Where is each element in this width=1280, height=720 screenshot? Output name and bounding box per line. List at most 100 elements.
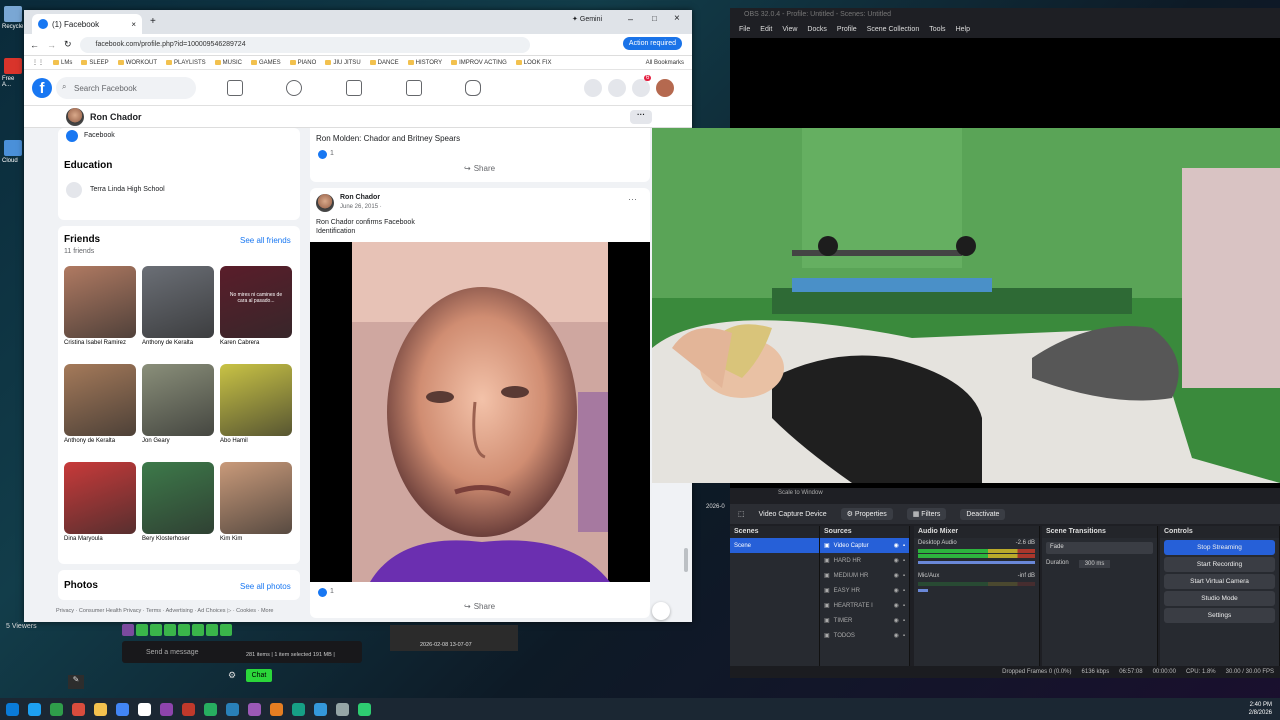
- visibility-eye-icon[interactable]: ◉: [894, 602, 899, 609]
- taskbar-app-icon[interactable]: [182, 702, 195, 716]
- taskbar-app-icon[interactable]: [292, 702, 305, 716]
- post-more-icon[interactable]: ···: [628, 194, 637, 204]
- volume-slider[interactable]: [918, 561, 1035, 564]
- taskbar-app-icon[interactable]: [28, 702, 41, 716]
- close-window-icon[interactable]: ×: [674, 13, 680, 24]
- lock-icon[interactable]: ▪: [903, 588, 905, 594]
- friend-name[interactable]: Abo Hamil: [220, 438, 292, 444]
- see-all-friends-link[interactable]: See all friends: [240, 236, 291, 245]
- widget-icon[interactable]: [220, 624, 232, 636]
- control-button[interactable]: Settings: [1164, 608, 1275, 623]
- notifications-icon[interactable]: [632, 79, 650, 97]
- taskbar-app-icon[interactable]: [160, 702, 173, 716]
- post-date[interactable]: June 26, 2015 ·: [340, 204, 382, 210]
- back-icon[interactable]: ←: [30, 40, 39, 50]
- friend-card[interactable]: Dina Maryoula: [64, 462, 136, 542]
- friend-card[interactable]: No mires ni camines de cara al pasado...…: [220, 266, 292, 346]
- friend-card[interactable]: Anthony de Keralta: [142, 266, 214, 346]
- taskbar-app-icon[interactable]: [270, 702, 283, 716]
- friend-name[interactable]: Cristina Isabel Ramirez: [64, 340, 136, 346]
- bookmark-item[interactable]: MUSIC: [215, 60, 242, 66]
- obs-menu-item[interactable]: Docks: [807, 26, 826, 33]
- lock-icon[interactable]: ▪: [903, 633, 905, 639]
- webcam-preview[interactable]: [652, 128, 1280, 483]
- friend-photo[interactable]: [220, 364, 292, 436]
- taskbar-app-icon[interactable]: [358, 702, 371, 716]
- obs-menu-item[interactable]: Profile: [837, 26, 857, 33]
- control-button[interactable]: Studio Mode: [1164, 591, 1275, 606]
- obs-menu-item[interactable]: Tools: [929, 26, 945, 33]
- friend-photo[interactable]: [64, 462, 136, 534]
- visibility-eye-icon[interactable]: ◉: [894, 632, 899, 639]
- friend-name[interactable]: Jon Geary: [142, 438, 214, 444]
- see-all-photos-link[interactable]: See all photos: [240, 582, 291, 591]
- cloud-icon[interactable]: [4, 140, 22, 156]
- photos-heading[interactable]: Photos: [64, 580, 98, 591]
- taskbar-app-icon[interactable]: [138, 702, 151, 716]
- volume-slider[interactable]: [918, 589, 928, 592]
- forward-icon[interactable]: →: [47, 40, 56, 50]
- bookmark-item[interactable]: IMPROV ACTING: [451, 60, 507, 66]
- taskbar-app-icon[interactable]: [94, 702, 107, 716]
- all-bookmarks-button[interactable]: All Bookmarks: [646, 60, 684, 66]
- friend-photo[interactable]: [64, 364, 136, 436]
- post-photo[interactable]: [310, 242, 650, 582]
- obs-menu-item[interactable]: File: [739, 26, 750, 33]
- friend-name[interactable]: Anthony de Keralta: [142, 340, 214, 346]
- menu-grid-icon[interactable]: [584, 79, 602, 97]
- scale-label[interactable]: Scale to Window: [778, 490, 823, 496]
- taskbar-app-icon[interactable]: [226, 702, 239, 716]
- bookmark-item[interactable]: PLAYLISTS: [166, 60, 206, 66]
- bookmark-item[interactable]: LMs: [53, 60, 72, 66]
- taskbar-app-icon[interactable]: [204, 702, 217, 716]
- recycle-bin-icon[interactable]: [4, 6, 22, 22]
- friends-icon[interactable]: [286, 80, 302, 96]
- lock-icon[interactable]: ▪: [903, 543, 905, 549]
- source-item[interactable]: ▣ TODOS ◉ ▪: [820, 628, 909, 643]
- lock-icon[interactable]: ▪: [903, 573, 905, 579]
- visibility-eye-icon[interactable]: ◉: [894, 572, 899, 579]
- gemini-button[interactable]: ✦ Gemini: [572, 15, 602, 24]
- widget-icon[interactable]: [178, 624, 190, 636]
- scrollbar[interactable]: [684, 548, 688, 572]
- obs-menu-item[interactable]: View: [782, 26, 797, 33]
- more-options-icon[interactable]: ···: [630, 109, 652, 124]
- transition-select[interactable]: Fade: [1046, 542, 1153, 554]
- friend-card[interactable]: Anthony de Keralta: [64, 364, 136, 444]
- friend-name[interactable]: Bery Klosterhoser: [142, 536, 214, 542]
- control-button[interactable]: Start Virtual Camera: [1164, 574, 1275, 589]
- friend-photo[interactable]: [142, 462, 214, 534]
- widget-icon[interactable]: [122, 624, 134, 636]
- lock-icon[interactable]: ▪: [903, 558, 905, 564]
- browser-tab[interactable]: (1) Facebook ×: [32, 14, 142, 34]
- friend-card[interactable]: Bery Klosterhoser: [142, 462, 214, 542]
- friend-name[interactable]: Dina Maryoula: [64, 536, 136, 542]
- obs-menu-item[interactable]: Scene Collection: [867, 26, 920, 33]
- bookmark-item[interactable]: HISTORY: [408, 60, 442, 66]
- share-button[interactable]: ↪ Share: [464, 602, 495, 611]
- friend-photo[interactable]: No mires ni camines de cara al pasado...: [220, 266, 292, 338]
- visibility-eye-icon[interactable]: ◉: [894, 557, 899, 564]
- friend-photo[interactable]: [64, 266, 136, 338]
- bookmark-item[interactable]: DANCE: [370, 60, 399, 66]
- reload-icon[interactable]: ↻: [64, 39, 72, 50]
- taskbar-app-icon[interactable]: [6, 702, 19, 716]
- visibility-eye-icon[interactable]: ◉: [894, 587, 899, 594]
- action-required-button[interactable]: Action required: [622, 37, 682, 50]
- friend-card[interactable]: Abo Hamil: [220, 364, 292, 444]
- friends-heading[interactable]: Friends: [64, 234, 100, 245]
- duration-field[interactable]: 300 ms: [1078, 560, 1111, 568]
- taskbar-app-icon[interactable]: [248, 702, 261, 716]
- taskbar-app-icon[interactable]: [336, 702, 349, 716]
- marketplace-icon[interactable]: [406, 80, 422, 96]
- friend-name[interactable]: Karen Cabrera: [220, 340, 292, 346]
- maximize-icon[interactable]: □: [652, 14, 657, 23]
- widget-icon[interactable]: [192, 624, 204, 636]
- avatar[interactable]: [316, 194, 334, 212]
- taskbar-app-icon[interactable]: [314, 702, 327, 716]
- new-tab-icon[interactable]: +: [150, 16, 156, 27]
- video-icon[interactable]: [346, 80, 362, 96]
- friend-name[interactable]: Anthony de Keralta: [64, 438, 136, 444]
- filters-button[interactable]: ▦ Filters: [906, 508, 947, 520]
- properties-button[interactable]: ⚙ Properties: [840, 508, 893, 520]
